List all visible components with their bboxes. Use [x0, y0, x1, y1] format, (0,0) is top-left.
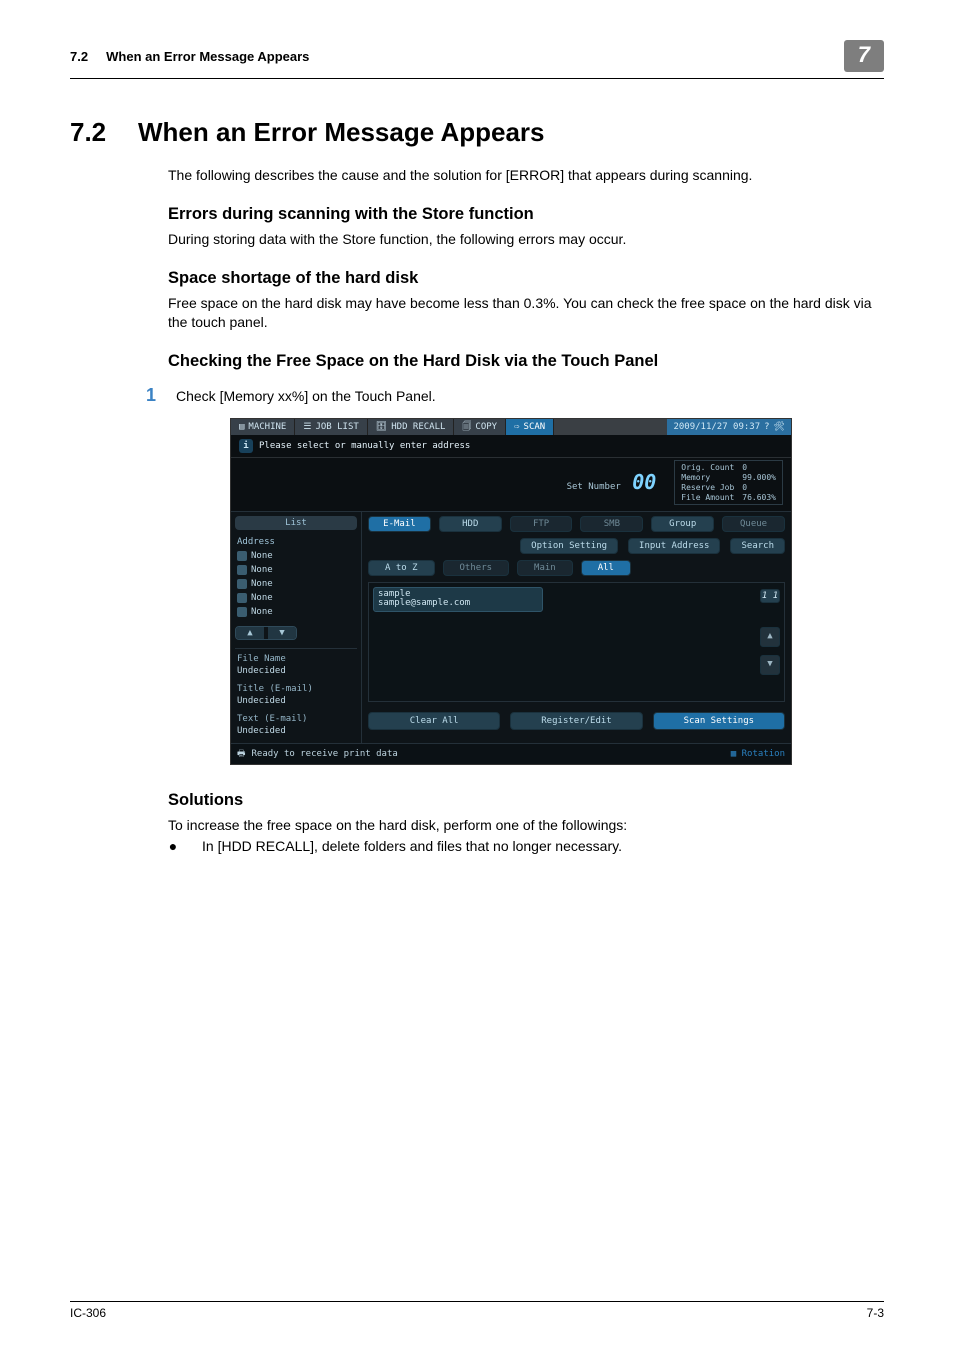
bullet-item: ● In [HDD RECALL], delete folders and fi… [168, 838, 884, 854]
dest-tab-group[interactable]: Group [651, 516, 714, 532]
set-number-value: 00 [632, 470, 656, 494]
address-list: sample sample@sample.com 1 1 ▲ ▼ [368, 582, 785, 702]
subtext-space-shortage: Free space on the hard disk may have bec… [168, 294, 884, 332]
phone-icon [237, 551, 247, 561]
step-number: 1 [138, 385, 156, 406]
list-scroll-up[interactable]: ▲ [760, 627, 780, 647]
info-icon: i [239, 439, 253, 453]
running-head-num: 7.2 [70, 49, 88, 64]
subhead-check-free-space: Checking the Free Space on the Hard Disk… [168, 352, 884, 371]
section-number: 7.2 [70, 117, 118, 148]
filter-all[interactable]: All [581, 560, 631, 576]
running-head-title: When an Error Message Appears [106, 49, 309, 64]
register-edit-button[interactable]: Register/Edit [510, 712, 642, 730]
side-address-row: None [235, 578, 357, 590]
section-lead: The following describes the cause and th… [168, 166, 884, 185]
title-email-value[interactable]: Undecided [235, 696, 357, 709]
help-icon[interactable]: ? [764, 422, 769, 432]
tp-clock: 2009/11/27 09:37 ? 🛠 [667, 419, 791, 435]
side-nav-arrows[interactable]: ▲▼ [235, 626, 297, 640]
file-name-value[interactable]: Undecided [235, 666, 357, 679]
dest-tab-email[interactable]: E-Mail [368, 516, 431, 532]
scan-settings-button[interactable]: Scan Settings [653, 712, 785, 730]
file-name-label: File Name [235, 651, 357, 664]
dest-tab-hdd[interactable]: HDD [439, 516, 502, 532]
entry-counter: 1 1 [760, 589, 780, 603]
side-address-row: None [235, 606, 357, 618]
arrow-up-icon[interactable]: ▲ [236, 627, 264, 639]
filter-main[interactable]: Main [517, 560, 573, 576]
step-text: Check [Memory xx%] on the Touch Panel. [176, 388, 884, 404]
folder-icon [237, 593, 247, 603]
solutions-intro: To increase the free space on the hard d… [168, 816, 884, 835]
server-icon [237, 579, 247, 589]
search-button[interactable]: Search [730, 538, 785, 554]
subhead-store-errors: Errors during scanning with the Store fu… [168, 205, 884, 224]
footer-right: 7-3 [867, 1306, 884, 1320]
input-address-button[interactable]: Input Address [628, 538, 720, 554]
header-rule [70, 78, 884, 79]
tp-tab-machine[interactable]: ▤MACHINE [231, 419, 295, 435]
filter-others[interactable]: Others [443, 560, 510, 576]
bullet-dot-icon: ● [168, 838, 178, 854]
option-setting-button[interactable]: Option Setting [520, 538, 618, 554]
tp-top-tabs: ▤MACHINE ☰JOB LIST 🗄HDD RECALL 🗐COPY ⇨SC… [231, 419, 791, 435]
subtext-store-errors: During storing data with the Store funct… [168, 230, 884, 249]
printer-icon: 🖶 [237, 746, 246, 762]
clear-all-button[interactable]: Clear All [368, 712, 500, 730]
text-email-value[interactable]: Undecided [235, 726, 357, 739]
touch-panel-screenshot: ▤MACHINE ☰JOB LIST 🗄HDD RECALL 🗐COPY ⇨SC… [230, 418, 790, 765]
dest-tab-smb[interactable]: SMB [580, 516, 643, 532]
tp-message: Please select or manually enter address [259, 441, 470, 451]
side-address-row: None [235, 564, 357, 576]
tp-tab-scan[interactable]: ⇨SCAN [506, 419, 554, 435]
tp-tab-copy[interactable]: 🗐COPY [454, 419, 506, 435]
list-scroll-down[interactable]: ▼ [760, 655, 780, 675]
bullet-text: In [HDD RECALL], delete folders and file… [202, 838, 622, 854]
subhead-solutions: Solutions [168, 791, 884, 810]
side-list-label[interactable]: List [235, 516, 357, 530]
footer-left: IC-306 [70, 1306, 106, 1320]
dest-tab-queue[interactable]: Queue [722, 516, 785, 532]
footer-rule [70, 1301, 884, 1302]
side-address-row: None [235, 550, 357, 562]
wrench-icon[interactable]: 🛠 [774, 422, 785, 432]
tp-counters: Orig. Count0 Memory99.000% Reserve Job0 … [674, 460, 783, 505]
running-head: 7.2 When an Error Message Appears [70, 49, 309, 64]
tp-tab-hddrecall[interactable]: 🗄HDD RECALL [368, 419, 455, 435]
text-email-label: Text (E-mail) [235, 711, 357, 724]
set-number-label: Set Number [567, 482, 621, 492]
side-address-label: Address [235, 536, 357, 548]
subhead-space-shortage: Space shortage of the hard disk [168, 269, 884, 288]
dest-tab-ftp[interactable]: FTP [510, 516, 573, 532]
chapter-number-tab: 7 [844, 40, 884, 72]
filter-atoz[interactable]: A to Z [368, 560, 435, 576]
title-email-label: Title (E-mail) [235, 681, 357, 694]
side-address-row: None [235, 592, 357, 604]
section-title: When an Error Message Appears [138, 117, 545, 148]
disk-icon [237, 565, 247, 575]
tp-tab-joblist[interactable]: ☰JOB LIST [295, 419, 367, 435]
rotation-indicator: ▦ Rotation [731, 749, 785, 759]
group-icon [237, 607, 247, 617]
address-entry[interactable]: sample sample@sample.com [373, 587, 543, 613]
tp-status-text: Ready to receive print data [252, 749, 398, 759]
arrow-down-icon[interactable]: ▼ [268, 627, 296, 639]
